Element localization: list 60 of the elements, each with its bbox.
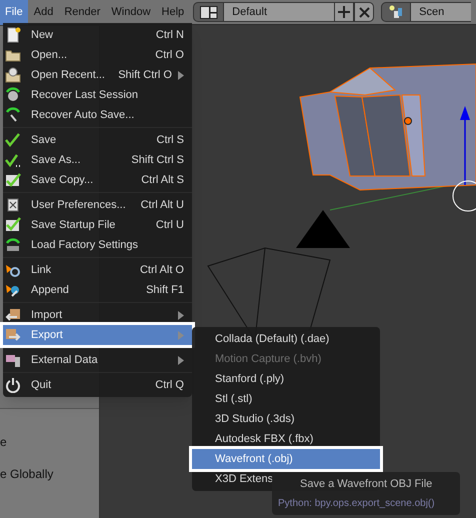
menu-tab[interactable]: Window	[106, 0, 156, 24]
layout-name-field[interactable]: Default	[224, 2, 334, 22]
menu-tab[interactable]: Add	[28, 0, 58, 24]
checkmark-icon	[5, 152, 21, 168]
submenu-arrow-icon	[178, 70, 184, 80]
document-icon	[5, 27, 21, 43]
scene-selector-button[interactable]	[381, 2, 412, 22]
panel-label: e	[0, 434, 8, 451]
panel-label: e Globally	[0, 466, 54, 483]
menu-item[interactable]: Stanford (.ply)	[192, 369, 380, 389]
menu-item[interactable]: Recover Auto Save...	[3, 105, 192, 125]
scene-icon	[389, 5, 404, 19]
menu-item[interactable]: Wavefront (.obj)	[192, 449, 380, 469]
submenu-arrow-icon	[178, 310, 184, 320]
menu-item[interactable]: Save Copy... Ctrl Alt S	[3, 170, 192, 190]
menu-item[interactable]: User Preferences... Ctrl Alt U	[3, 195, 192, 215]
append-icon	[5, 282, 21, 298]
axis-arrow-icon[interactable]	[460, 106, 470, 185]
menu-item[interactable]: Collada (Default) (.dae)	[192, 329, 380, 349]
menu-item[interactable]: Link Ctrl Alt O	[3, 260, 192, 280]
submenu-arrow-icon	[178, 330, 184, 340]
layout-icon	[200, 6, 218, 18]
link-icon	[5, 262, 21, 278]
menu-item[interactable]: Stl (.stl)	[192, 389, 380, 409]
menu-item[interactable]: Export	[3, 325, 192, 345]
menu-item[interactable]: Open Recent... Shift Ctrl O	[3, 65, 192, 85]
menu-item[interactable]: External Data	[3, 350, 192, 370]
menu-tab[interactable]: Render	[59, 0, 106, 24]
menu-item[interactable]: Append Shift F1	[3, 280, 192, 300]
menu-item[interactable]: Open... Ctrl O	[3, 45, 192, 65]
menu-tab[interactable]: File	[0, 0, 28, 24]
export-icon	[5, 327, 21, 343]
menu-item[interactable]: Save As... Shift Ctrl S	[3, 150, 192, 170]
menu-item[interactable]: Import	[3, 305, 192, 325]
close-icon[interactable]	[354, 2, 374, 22]
layout-selector-button[interactable]	[193, 2, 224, 22]
menu-item[interactable]: 3D Studio (.3ds)	[192, 409, 380, 429]
menu-item[interactable]: Save Ctrl S	[3, 130, 192, 150]
recover-icon	[5, 107, 21, 123]
checkmark-icon	[5, 132, 21, 148]
menu-item[interactable]: Autodesk FBX (.fbx)	[192, 429, 380, 449]
menu-item[interactable]: New Ctrl N	[3, 25, 192, 45]
menu-item[interactable]: Load Factory Settings	[3, 235, 192, 255]
menu-item[interactable]: Recover Last Session	[3, 85, 192, 105]
scene-name-field[interactable]: Scen	[411, 2, 472, 22]
power-icon	[5, 377, 21, 393]
import-icon	[5, 307, 21, 323]
menu-item[interactable]: Save Startup File Ctrl U	[3, 215, 192, 235]
reload-icon	[5, 237, 21, 253]
checkmark-icon	[5, 172, 21, 188]
tooltip-title: Save a Wavefront OBJ File	[299, 477, 434, 492]
folder-clock-icon	[5, 67, 21, 83]
menu-item[interactable]: Quit Ctrl Q	[3, 375, 192, 395]
add-icon[interactable]	[334, 2, 354, 22]
recover-icon	[5, 87, 21, 103]
origin-dot-icon	[404, 117, 412, 125]
checkmark-icon	[5, 217, 21, 233]
menu-tab[interactable]: Help	[156, 0, 190, 24]
submenu-arrow-icon	[178, 356, 184, 364]
tooltip-python: Python: bpy.ops.export_scene.obj()	[278, 496, 436, 510]
